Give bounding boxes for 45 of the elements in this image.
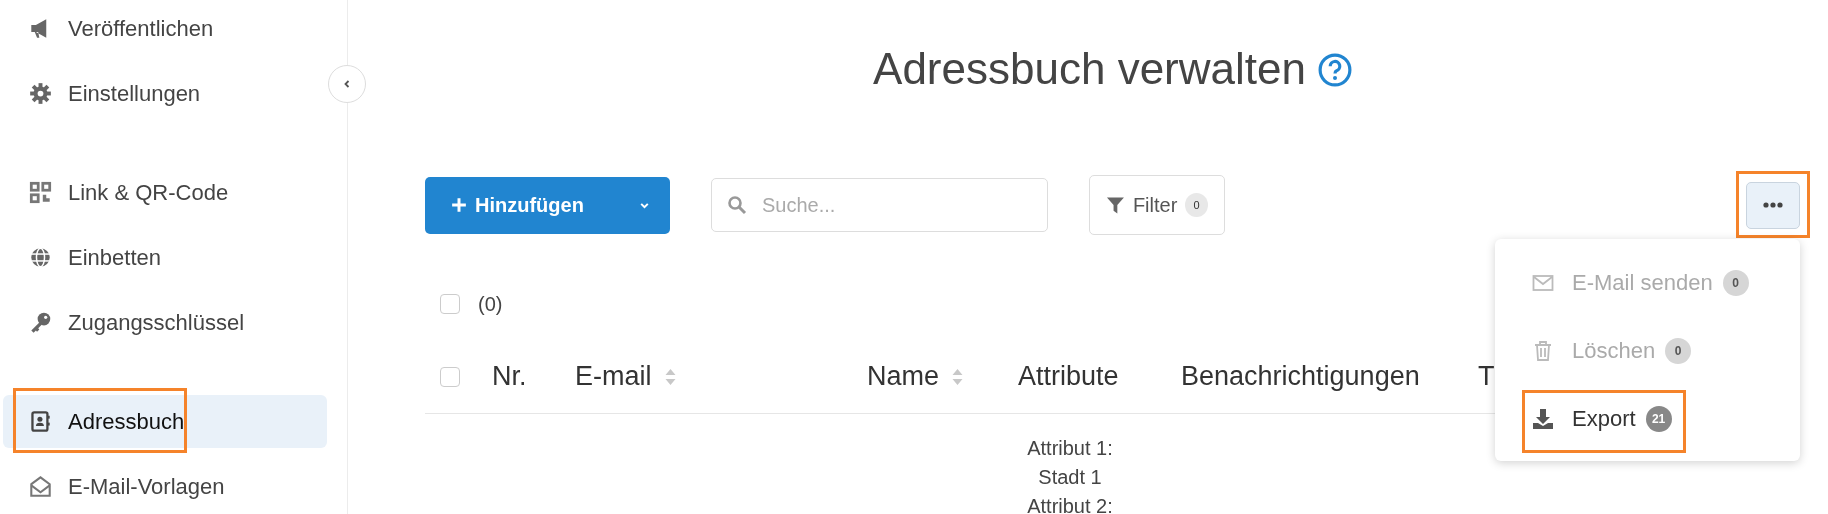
envelope-icon (29, 475, 52, 498)
sidebar-item[interactable]: E-Mail-Vorlagen (3, 460, 327, 513)
search-field[interactable]: Suche... (711, 178, 1048, 232)
search-icon (727, 195, 747, 215)
page-title: Adressbuch verwalten (873, 44, 1306, 94)
sidebar-item[interactable]: Zugangsschlüssel (3, 296, 327, 349)
column-header: T (1478, 361, 1495, 392)
sidebar-item[interactable]: Einstellungen (3, 67, 327, 120)
column-header: Name (867, 361, 940, 392)
trash-icon (1532, 340, 1554, 362)
table-cell-text: Attribut 1: Stadt 1 Attribut 2: (1026, 436, 1114, 514)
count-badge: 0 (1665, 338, 1692, 364)
help-icon[interactable] (1317, 53, 1352, 87)
add-button[interactable]: Hinzufügen (425, 176, 670, 234)
funnel-icon (1106, 195, 1125, 215)
filter-button[interactable]: Filter 0 (1089, 175, 1225, 235)
ellipsis-icon (1763, 202, 1783, 208)
count-badge: 0 (1722, 270, 1749, 296)
sort-icon[interactable] (663, 367, 677, 386)
sidebar-item[interactable]: Veröffentlichen (3, 2, 327, 55)
column-header: Benachrichtigungen (1181, 361, 1420, 392)
address-book-icon (29, 410, 52, 433)
column-header: Nr. (492, 361, 527, 392)
globe-icon (29, 246, 52, 269)
more-button[interactable] (1746, 181, 1800, 229)
column-header: Attribute (1018, 361, 1119, 392)
plus-icon (451, 197, 467, 213)
menu-item[interactable]: Export 21 (1495, 385, 1800, 453)
envelope-icon (1532, 272, 1554, 294)
collapse-button[interactable] (328, 65, 366, 103)
gear-icon (29, 82, 52, 105)
key-icon (29, 311, 52, 334)
qr-code-icon (29, 181, 52, 204)
sidebar-item[interactable]: Adressbuch (3, 395, 327, 448)
sidebar-item[interactable]: Einbetten (3, 231, 327, 284)
sort-icon[interactable] (951, 367, 965, 386)
checkbox[interactable] (440, 294, 460, 314)
sidebar-item[interactable]: Link & QR-Code (3, 166, 327, 219)
selection-count: (0) (478, 292, 503, 316)
count-badge: 21 (1645, 406, 1672, 432)
count-badge: 0 (1185, 193, 1208, 217)
chevron-left-icon (342, 79, 352, 89)
download-icon (1532, 408, 1554, 430)
checkbox[interactable] (440, 366, 460, 387)
column-header: E-mail (575, 361, 652, 392)
